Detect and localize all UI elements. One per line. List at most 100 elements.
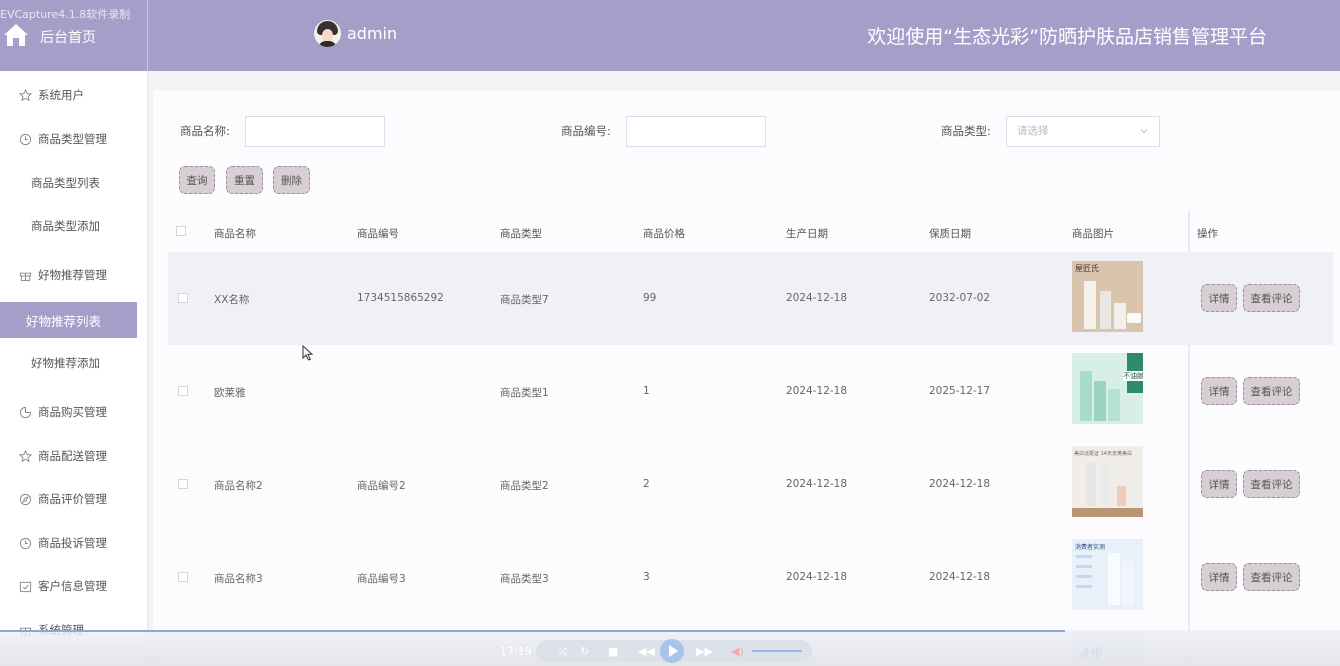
fast-forward-icon[interactable]: ▶▶ <box>696 645 713 658</box>
thumbnail-brand-text: 消费者实测 <box>1075 544 1106 551</box>
username: admin <box>347 23 398 43</box>
cell-made-date: 2024-12-18 <box>786 292 848 304</box>
sidebar-item-label: 系统用户 <box>38 88 84 102</box>
sidebar-item-product-type-add[interactable]: 商品类型添加 <box>0 208 148 244</box>
thumbnail-brand-text: 美白淡斑证 14天去黄美白 <box>1074 451 1132 457</box>
player-controls: ⤨ ↻ ■ ◀◀ ▶▶ ◀) <box>536 639 812 663</box>
cell-type: 商品类型7 <box>500 294 549 306</box>
sidebar-item-recommend-add[interactable]: 好物推荐添加 <box>0 345 148 381</box>
col-header-code: 商品编号 <box>357 228 399 240</box>
query-button[interactable]: 查询 <box>179 166 215 194</box>
delete-button[interactable]: 删除 <box>273 166 310 194</box>
product-code-input[interactable] <box>626 116 766 147</box>
reset-button[interactable]: 重置 <box>226 166 263 194</box>
sidebar-item-product-type-mgmt[interactable]: 商品类型管理 <box>0 121 148 157</box>
sidebar-item-label: 好物推荐管理 <box>38 268 107 282</box>
cell-price: 3 <box>643 571 650 583</box>
cell-expire-date: 2032-07-02 <box>929 292 991 304</box>
volume-icon[interactable]: ◀) <box>731 645 744 658</box>
video-player-bar: 17:19 ⤨ ↻ ■ ◀◀ ▶▶ ◀) <box>0 630 1340 666</box>
sidebar-item-label: 商品投诉管理 <box>38 536 107 550</box>
pie-icon <box>19 406 32 418</box>
product-thumbnail[interactable]: 不油腻 <box>1072 353 1143 424</box>
view-reviews-button[interactable]: 查看评论 <box>1243 563 1300 591</box>
shuffle-icon[interactable]: ⤨ <box>558 645 567 659</box>
sidebar-item-review-mgmt[interactable]: 商品评价管理 <box>0 481 148 517</box>
table-row: 欧莱雅 商品类型1 1 2024-12-18 2025-12-17 不油腻 详情… <box>168 345 1333 438</box>
product-type-select[interactable]: 请选择 <box>1006 116 1160 147</box>
sidebar-item-complaint-mgmt[interactable]: 商品投诉管理 <box>0 525 148 561</box>
select-placeholder: 请选择 <box>1017 125 1049 137</box>
cell-price: 99 <box>643 292 657 304</box>
select-all-checkbox[interactable] <box>176 226 186 236</box>
detail-button[interactable]: 详情 <box>1201 377 1237 405</box>
thumbnail-brand-text: 屋匠氏 <box>1075 264 1099 273</box>
row-checkbox[interactable] <box>178 572 188 582</box>
sidebar: 系统用户 商品类型管理 商品类型列表 商品类型添加 好物推荐管理 好物推荐列表 … <box>0 71 148 666</box>
star-icon <box>19 449 32 462</box>
product-thumbnail[interactable]: 美白淡斑证 14天去黄美白 <box>1072 446 1143 517</box>
sidebar-item-label: 商品评价管理 <box>38 492 107 506</box>
view-reviews-button[interactable]: 查看评论 <box>1243 284 1300 312</box>
detail-button[interactable]: 详情 <box>1201 284 1237 312</box>
sidebar-item-label: 商品类型添加 <box>31 219 100 233</box>
volume-slider[interactable] <box>752 650 802 652</box>
sidebar-item-product-type-list[interactable]: 商品类型列表 <box>0 165 148 201</box>
play-button[interactable] <box>660 639 684 663</box>
cell-name: 欧莱雅 <box>214 387 246 399</box>
rewind-icon[interactable]: ◀◀ <box>638 645 655 658</box>
col-header-actions: 操作 <box>1197 228 1218 240</box>
thumbnail-brand-text: 不油腻 <box>1123 371 1143 381</box>
sidebar-item-recommend-list[interactable]: 好物推荐列表 <box>0 302 137 338</box>
sidebar-item-recommend-mgmt[interactable]: 好物推荐管理 <box>0 257 148 293</box>
cell-code: 商品编号2 <box>357 480 406 492</box>
star-icon <box>19 88 32 101</box>
row-checkbox[interactable] <box>178 386 188 396</box>
cell-made-date: 2024-12-18 <box>786 385 848 397</box>
product-thumbnail[interactable]: 屋匠氏 <box>1072 261 1143 332</box>
sidebar-item-label: 好物推荐列表 <box>26 313 102 329</box>
cell-made-date: 2024-12-18 <box>786 571 848 583</box>
col-header-expire-date: 保质日期 <box>929 228 971 240</box>
top-bar: EVCapture4.1.8软件录制 后台首页 admin 欢迎使用“生态光彩”… <box>0 0 1340 71</box>
cell-type: 商品类型3 <box>500 573 549 585</box>
table-row: XX名称 1734515865292 商品类型7 99 2024-12-18 2… <box>168 252 1333 345</box>
col-header-price: 商品价格 <box>643 228 685 240</box>
view-reviews-button[interactable]: 查看评论 <box>1243 377 1300 405</box>
row-checkbox[interactable] <box>178 293 188 303</box>
sidebar-item-label: 好物推荐添加 <box>31 356 100 370</box>
home-link[interactable]: EVCapture4.1.8软件录制 后台首页 <box>0 0 148 71</box>
cell-expire-date: 2024-12-18 <box>929 571 991 583</box>
row-checkbox[interactable] <box>178 479 188 489</box>
clock-icon <box>19 133 32 145</box>
product-thumbnail[interactable]: 消费者实测 <box>1072 539 1143 610</box>
mouse-cursor-icon <box>302 345 314 361</box>
product-name-input[interactable] <box>245 116 385 147</box>
sidebar-item-system-users[interactable]: 系统用户 <box>0 77 148 113</box>
cell-made-date: 2024-12-18 <box>786 478 848 490</box>
stop-icon[interactable]: ■ <box>608 645 618 658</box>
col-header-image: 商品图片 <box>1072 228 1114 240</box>
play-icon <box>669 645 678 657</box>
table-row: 商品名称3 商品编号3 商品类型3 3 2024-12-18 2024-12-1… <box>168 531 1333 624</box>
cell-expire-date: 2025-12-17 <box>929 385 991 397</box>
cell-type: 商品类型1 <box>500 387 549 399</box>
detail-button[interactable]: 详情 <box>1201 470 1237 498</box>
sidebar-item-customer-mgmt[interactable]: 客户信息管理 <box>0 568 148 604</box>
user-menu[interactable]: admin <box>314 19 397 47</box>
sidebar-item-purchase-mgmt[interactable]: 商品购买管理 <box>0 394 148 430</box>
view-reviews-button[interactable]: 查看评论 <box>1243 470 1300 498</box>
sidebar-item-label: 商品类型管理 <box>38 132 107 146</box>
cell-name: 商品名称3 <box>214 573 263 585</box>
product-code-label: 商品编号: <box>561 124 611 138</box>
cell-price: 1 <box>643 385 650 397</box>
sidebar-item-delivery-mgmt[interactable]: 商品配送管理 <box>0 438 148 474</box>
compass-icon <box>19 493 32 505</box>
sidebar-item-label: 商品类型列表 <box>31 176 100 190</box>
sidebar-item-label: 客户信息管理 <box>38 579 107 593</box>
cell-code: 商品编号3 <box>357 573 406 585</box>
detail-button[interactable]: 详情 <box>1201 563 1237 591</box>
sidebar-item-label: 商品购买管理 <box>38 405 107 419</box>
repeat-icon[interactable]: ↻ <box>580 645 589 658</box>
home-icon <box>4 24 28 46</box>
